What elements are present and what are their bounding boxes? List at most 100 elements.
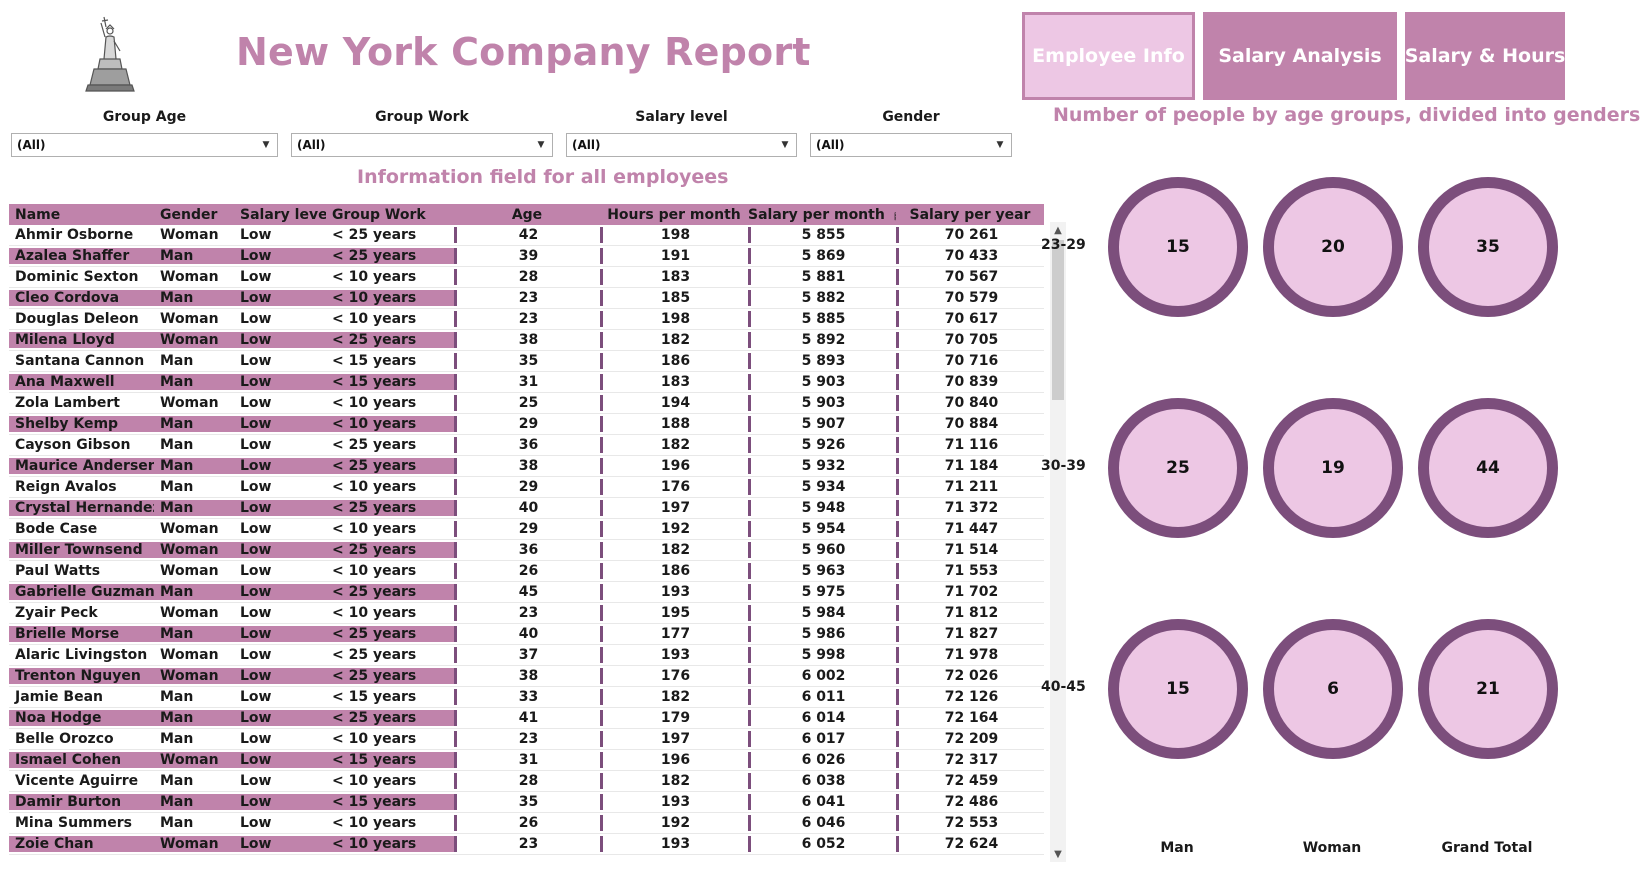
column-header-hours[interactable]: Hours per month [600,207,748,223]
column-header-group-work[interactable]: Group Work [326,207,454,223]
cell-salary-level: Low [234,290,326,306]
cell-name: Douglas Deleon [15,311,139,327]
cell-salary-level: Low [234,416,326,432]
cell-salary-level: Low [240,395,272,411]
table-row[interactable]: Ana Maxwell Man Low < 15 years 31 183 5 903 70 … [9,372,1044,393]
table-row[interactable]: Bode Case Woman Low < 10 years 29 192 5 954 71 … [9,519,1044,540]
column-header-salary-year[interactable]: Salary per year [896,207,1044,223]
table-row[interactable]: Zola Lambert Woman Low < 10 years 25 194 5 903… [9,393,1044,414]
column-header-gender[interactable]: Gender [154,207,234,223]
cell-group-work: < 10 years [332,605,417,621]
cell-hours: 193 [600,584,748,600]
cell-name: Alaric Livingston [15,647,148,663]
table-row[interactable]: Brielle Morse Man Low < 25 years 40 177 5 986 7… [9,624,1044,645]
table-row[interactable]: Mina Summers Man Low < 10 years 26 192 6 046 72… [9,813,1044,834]
chevron-down-icon[interactable]: ▼ [530,134,552,156]
table-row[interactable]: Belle Orozco Man Low < 10 years 23 197 6 017 72… [9,729,1044,750]
chevron-down-icon[interactable]: ▼ [774,134,796,156]
cell-group-work: < 15 years [326,374,454,390]
cell-salary-year: 70 261 [896,227,1044,243]
gender-dropdown[interactable]: (All) ▼ [810,133,1012,157]
table-row[interactable]: Noa Hodge Man Low < 25 years 41 179 6 014 72 16… [9,708,1044,729]
table-row[interactable]: Miller Townsend Woman Low < 25 years 36 182 5 … [9,540,1044,561]
cell-name: Gabrielle Guzman [9,584,154,600]
table-row[interactable]: Douglas Deleon Woman Low < 10 years 23 198 5 8… [9,309,1044,330]
cell-salary-year: 72 459 [896,773,1044,789]
cell-salary-year: 70 884 [896,416,1044,432]
dropdown-value: (All) [572,138,601,152]
age-group-label: 40-45 [1041,679,1086,695]
table-row[interactable]: Damir Burton Man Low < 15 years 35 193 6 041 72… [9,792,1044,813]
table-row[interactable]: Maurice Andersen Man Low < 25 years 38 196 5 9… [9,456,1044,477]
table-row[interactable]: Santana Cannon Man Low < 15 years 35 186 5 893… [9,351,1044,372]
tab-salary-hours[interactable]: Salary & Hours [1405,12,1565,100]
column-header-salary-level[interactable]: Salary level [234,207,326,223]
table-row[interactable]: Ismael Cohen Woman Low < 15 years 31 196 6 026… [9,750,1044,771]
cell-age: 35 [454,794,600,810]
group-age-dropdown[interactable]: (All) ▼ [11,133,278,157]
table-row[interactable]: Cleo Cordova Man Low < 10 years 23 185 5 882 70… [9,288,1044,309]
table-row[interactable]: Ahmir Osborne Woman Low < 25 years 42 198 5 85… [9,225,1044,246]
cell-salary-level: Low [234,752,326,768]
column-header-age[interactable]: Age [454,207,600,223]
cell-group-work: < 25 years [326,500,454,516]
cell-group-work: < 25 years [332,227,417,243]
column-header-salary-month[interactable]: Salary per month ▤ [748,207,896,223]
table-row[interactable]: Crystal Hernandez Man Low < 25 years 40 197 5 … [9,498,1044,519]
tab-employee-info[interactable]: Employee Info [1022,12,1195,100]
cell-salary-year: 70 705 [896,332,1044,348]
dropdown-value: (All) [297,138,326,152]
cell-salary-year: 71 553 [896,563,1044,579]
cell-age: 40 [454,500,600,516]
chevron-down-icon[interactable]: ▼ [255,134,277,156]
salary-level-dropdown[interactable]: (All) ▼ [566,133,797,157]
column-header-name[interactable]: Name [9,207,154,223]
table-scrollbar[interactable]: ▲ ▼ [1050,222,1066,862]
cell-salary-month: 6 017 [748,731,896,747]
table-row[interactable]: Zyair Peck Woman Low < 10 years 23 195 5 984 71… [9,603,1044,624]
table-row[interactable]: Cayson Gibson Man Low < 25 years 36 182 5 926 7… [9,435,1044,456]
cell-group-work: < 15 years [326,752,454,768]
cell-salary-level: Low [240,437,272,453]
table-row[interactable]: Gabrielle Guzman Man Low < 25 years 45 193 5 9… [9,582,1044,603]
cell-gender: Man [160,353,194,369]
chevron-down-icon[interactable]: ▼ [989,134,1011,156]
cell-group-work: < 25 years [326,626,454,642]
table-row[interactable]: Zoie Chan Woman Low < 10 years 23 193 6 052 72 … [9,834,1044,855]
table-row[interactable]: Azalea Shaffer Man Low < 25 years 39 191 5 869… [9,246,1044,267]
group-work-dropdown[interactable]: (All) ▼ [291,133,553,157]
scroll-down-icon[interactable]: ▼ [1050,846,1066,862]
table-row[interactable]: Vicente Aguirre Man Low < 10 years 28 182 6 03… [9,771,1044,792]
cell-salary-month: 5 881 [748,269,896,285]
table-row[interactable]: Milena Lloyd Woman Low < 25 years 38 182 5 892… [9,330,1044,351]
cell-salary-level: Low [240,479,272,495]
tab-salary-analysis[interactable]: Salary Analysis [1203,12,1397,100]
cell-hours: 192 [600,521,748,537]
cell-salary-year: 72 126 [896,689,1044,705]
table-row[interactable]: Trenton Nguyen Woman Low < 25 years 38 176 6 0… [9,666,1044,687]
count-circle: 35 [1418,177,1558,317]
cell-salary-level: Low [240,521,272,537]
filter-group-age: Group Age (All) ▼ [11,108,278,157]
cell-age: 40 [454,626,600,642]
cell-salary-level: Low [240,815,272,831]
table-row[interactable]: Dominic Sexton Woman Low < 10 years 28 183 5 8… [9,267,1044,288]
table-row[interactable]: Paul Watts Woman Low < 10 years 26 186 5 963 71… [9,561,1044,582]
count-circle: 20 [1263,177,1403,317]
cell-age: 23 [454,311,600,327]
cell-gender: Man [154,584,234,600]
cell-name: Damir Burton [9,794,154,810]
table-row[interactable]: Jamie Bean Man Low < 15 years 33 182 6 011 72 1… [9,687,1044,708]
cell-hours: 193 [600,647,748,663]
scroll-thumb[interactable] [1052,240,1064,400]
cell-salary-year: 72 486 [896,794,1044,810]
cell-salary-level: Low [234,668,326,684]
count-circle: 21 [1418,619,1558,759]
table-row[interactable]: Alaric Livingston Woman Low < 25 years 37 193… [9,645,1044,666]
table-row[interactable]: Reign Avalos Man Low < 10 years 29 176 5 934 71… [9,477,1044,498]
cell-group-work: < 25 years [326,332,454,348]
cell-salary-level: Low [234,248,326,264]
table-row[interactable]: Shelby Kemp Man Low < 10 years 29 188 5 907 70 … [9,414,1044,435]
statue-of-liberty-icon [84,13,140,93]
scroll-up-icon[interactable]: ▲ [1050,222,1066,238]
